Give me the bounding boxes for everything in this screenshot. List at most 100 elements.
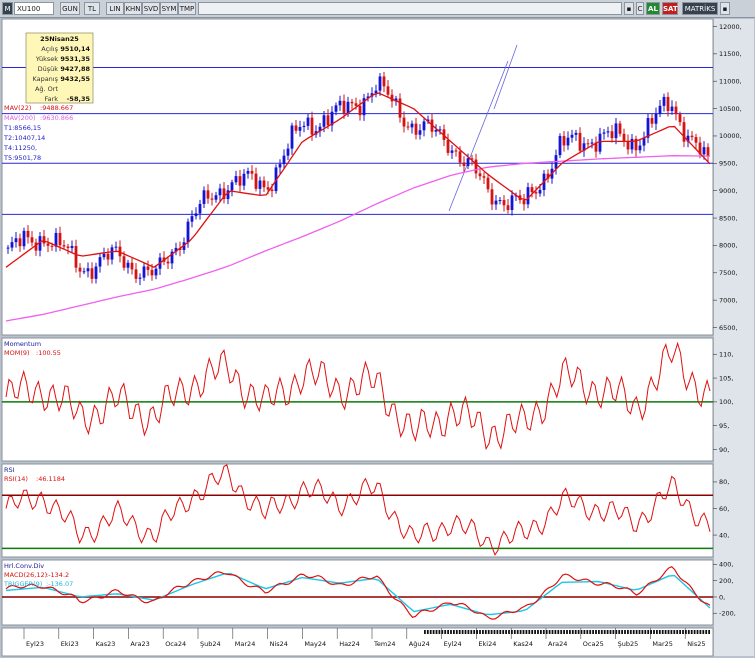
currency-button[interactable]: TL [84, 2, 100, 15]
price-candle-body [674, 106, 678, 115]
time-marker [693, 630, 696, 634]
price-candle-body [658, 105, 662, 114]
x-axis-label: Şub25 [618, 640, 639, 648]
indicator-icon[interactable]: ▪ [624, 2, 634, 15]
rsi-y-tick-label: 60, [719, 505, 729, 513]
price-y-tick-label: 12000, [719, 23, 742, 31]
mav22-value: :9488.667 [40, 104, 73, 112]
time-marker [589, 630, 592, 634]
price-candle-body [386, 86, 390, 95]
time-marker [435, 630, 438, 634]
time-marker [571, 630, 574, 634]
x-axis-label: Ağu24 [409, 640, 430, 648]
mav22-label: MAV(22) [4, 104, 31, 112]
price-candle-body [194, 213, 198, 217]
time-marker [560, 630, 563, 634]
buy-button[interactable]: AL [646, 2, 660, 15]
price-candle-body [590, 142, 594, 144]
price-candle-body [258, 180, 262, 189]
time-marker [658, 630, 661, 634]
momentum-panel [1, 337, 714, 462]
window-menu-icon[interactable]: ▪ [720, 2, 730, 15]
price-y-tick-label: 10000, [719, 132, 742, 140]
x-axis-label: Eki24 [478, 640, 496, 648]
price-candle-body [262, 180, 266, 188]
momentum-title: Momentum [4, 340, 41, 348]
price-candle-body [242, 173, 246, 186]
x-axis-label: Tem24 [373, 640, 395, 648]
sell-button[interactable]: SAT [662, 2, 678, 15]
price-candle-body [186, 221, 190, 243]
price-candle-body [602, 132, 606, 134]
time-marker [647, 630, 650, 634]
time-marker [496, 630, 499, 634]
info-date: 25Nisan25 [40, 35, 79, 43]
price-candle-body [106, 253, 110, 260]
price-candle-body [422, 121, 426, 131]
price-candle-body [678, 114, 682, 123]
price-y-tick-label: 8000, [719, 242, 738, 250]
price-candle-body [6, 247, 10, 249]
momentum-y-tick-label: 105, [719, 374, 733, 382]
info-row-value: 9531,35 [60, 55, 90, 63]
tmp-button[interactable]: TMP [178, 2, 196, 15]
time-marker [470, 630, 473, 634]
price-candle-body [94, 266, 98, 279]
price-candle-body [534, 192, 538, 194]
time-marker [621, 630, 623, 634]
info-row-label: Ağ. Ort [35, 85, 58, 93]
time-marker [667, 630, 670, 634]
time-marker [531, 630, 534, 634]
price-candle-body [482, 176, 486, 178]
stock-chart-window: M XU100 GUN TL LIN KHN SVD SYM TMP ▪ C A… [0, 0, 755, 658]
x-axis-label: Ara24 [548, 640, 567, 648]
price-candle-body [122, 256, 126, 268]
linear-scale-button[interactable]: LIN [106, 2, 124, 15]
time-marker [464, 630, 467, 634]
time-marker [687, 630, 690, 634]
symbol-input[interactable]: XU100 [14, 2, 54, 15]
x-axis-label: Kas23 [96, 640, 116, 648]
price-candle-body [662, 96, 666, 106]
svd-button[interactable]: SVD [142, 2, 160, 15]
trigger-value: :-136.07 [46, 580, 73, 588]
khn-button[interactable]: KHN [124, 2, 142, 15]
price-candle-body [326, 115, 330, 126]
period-button[interactable]: GUN [60, 2, 80, 15]
c-button[interactable]: C [636, 2, 644, 15]
momentum-y-tick-label: 95, [719, 422, 729, 430]
time-marker [554, 630, 557, 634]
time-marker [664, 630, 667, 634]
time-marker [467, 630, 470, 634]
price-candle-body [626, 140, 630, 150]
sym-button[interactable]: SYM [160, 2, 178, 15]
price-y-tick-label: 11500, [719, 50, 742, 58]
price-candle-body [690, 135, 694, 138]
price-candle-body [350, 101, 354, 104]
price-candle-body [666, 96, 670, 111]
price-candle-body [90, 268, 94, 279]
info-row-value: 9510,14 [60, 45, 90, 53]
price-candle-body [14, 238, 18, 243]
menu-icon[interactable]: M [2, 2, 13, 15]
time-marker [513, 630, 516, 634]
price-candle-body [310, 117, 314, 135]
time-marker [580, 630, 583, 634]
price-candle-body [398, 98, 402, 118]
macd-panel [1, 559, 714, 626]
x-axis-label: Şub24 [200, 640, 221, 648]
price-candle-body [694, 137, 698, 143]
price-candle-body [138, 277, 142, 279]
x-axis-label: Oca25 [583, 640, 604, 648]
time-marker [482, 630, 484, 634]
price-candle-body [78, 267, 82, 272]
price-candle-body [486, 177, 490, 190]
x-axis-label: May24 [304, 640, 326, 648]
time-marker [629, 630, 632, 634]
price-candle-body [354, 103, 358, 106]
time-marker [490, 630, 493, 634]
x-axis-label: Oca24 [165, 640, 186, 648]
time-marker [528, 630, 531, 634]
info-row-value: 9427,88 [60, 65, 90, 73]
price-candle-body [522, 200, 526, 205]
